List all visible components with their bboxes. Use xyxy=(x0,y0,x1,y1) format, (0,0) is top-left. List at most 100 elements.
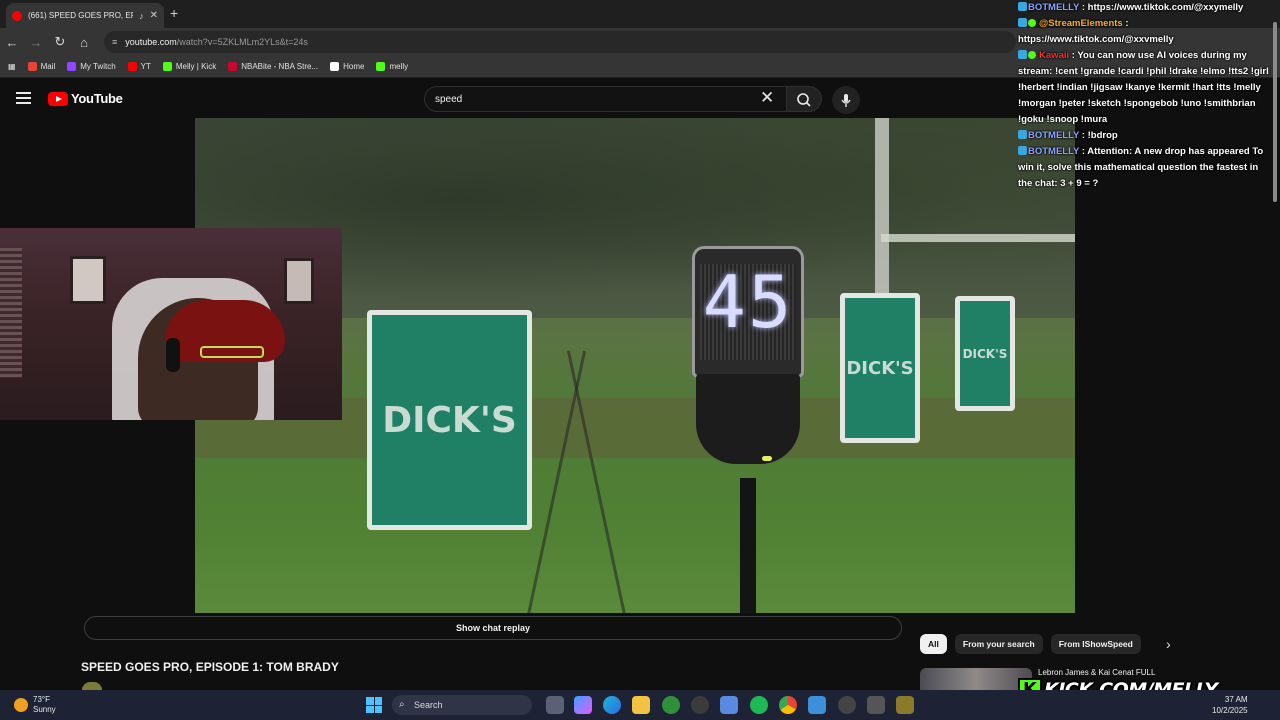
related-video-thumbnail[interactable] xyxy=(920,668,1032,690)
video-title: SPEED GOES PRO, EPISODE 1: TOM BRADY xyxy=(81,660,339,674)
chip-from-ishowspeed[interactable]: From IShowSpeed xyxy=(1050,634,1141,654)
site-info-icon[interactable]: ≡ xyxy=(112,37,117,47)
webcam-window-blinds xyxy=(0,248,22,378)
screen: (661) SPEED GOES PRO, EP ♪ ✕ + ← → ↻ ⌂ ≡… xyxy=(0,0,1280,720)
chat-text: : https://www.tiktok.com/@xxymelly xyxy=(1081,2,1244,13)
search-icon xyxy=(797,93,811,107)
page-scrollbar[interactable] xyxy=(1272,22,1278,218)
bookmark-mail[interactable]: Mail xyxy=(27,62,56,71)
start-button[interactable] xyxy=(366,697,382,713)
webcam-headphones xyxy=(166,338,180,372)
gmail-icon xyxy=(27,62,37,71)
bot-badge-icon xyxy=(1018,18,1027,27)
bot-badge-icon xyxy=(1018,146,1027,155)
chat-username: @StreamElements xyxy=(1039,18,1123,29)
new-tab-icon[interactable]: + xyxy=(170,5,178,21)
weather-temp: 73°F xyxy=(33,695,50,704)
bookmark-label: Home xyxy=(343,62,365,71)
chat-message: Kawaii : You can now use AI voices durin… xyxy=(1014,48,1272,128)
search-input[interactable]: speed xyxy=(424,86,788,112)
chrome-icon[interactable] xyxy=(779,696,797,714)
youtube-wordmark: YouTube xyxy=(71,91,123,106)
copilot-icon[interactable] xyxy=(574,696,592,714)
voice-search-button[interactable] xyxy=(832,86,860,114)
taskbar-search[interactable]: ⌕ Search xyxy=(392,695,532,715)
bookmark-melly[interactable]: melly xyxy=(376,62,408,71)
bookmark-home[interactable]: Home xyxy=(330,62,364,71)
nba-icon xyxy=(228,62,238,71)
address-bar[interactable]: ≡ youtube.com /watch?v=5ZKLMLm2YLs&t=24s xyxy=(104,31,1016,53)
xbox-icon[interactable] xyxy=(662,696,680,714)
media-player-icon[interactable] xyxy=(838,696,856,714)
menu-icon[interactable] xyxy=(16,92,31,104)
video-goalpost-crossbar xyxy=(881,234,1075,242)
reload-icon[interactable]: ↻ xyxy=(48,34,72,50)
bookmark-label: Mail xyxy=(40,62,56,71)
edge-icon[interactable] xyxy=(603,696,621,714)
verified-badge-icon xyxy=(1028,19,1036,27)
browser-tab[interactable]: (661) SPEED GOES PRO, EP ♪ ✕ xyxy=(6,3,164,28)
webcam-wall-frame xyxy=(284,258,314,304)
task-view-icon[interactable] xyxy=(546,696,564,714)
tab-title: (661) SPEED GOES PRO, EP xyxy=(28,11,134,20)
bookmark-label: NBABite - NBA Stre... xyxy=(241,62,319,71)
sign-letters: DICK'S xyxy=(846,357,914,379)
close-tab-icon[interactable]: ✕ xyxy=(150,10,158,21)
video-sign-mid: DICK'S xyxy=(840,293,920,443)
spotify-icon[interactable] xyxy=(750,696,768,714)
obs-icon[interactable] xyxy=(691,696,709,714)
bookmark-label: Melly | Kick xyxy=(175,62,217,71)
forward-icon[interactable]: → xyxy=(24,35,48,50)
bookmark-my-twitch[interactable]: My Twitch xyxy=(67,62,116,71)
app-icon[interactable] xyxy=(867,696,885,714)
app-icon[interactable] xyxy=(896,696,914,714)
search-button[interactable] xyxy=(786,86,822,112)
taskbar-clock[interactable]: 37 AM 10/2/2025 xyxy=(1212,694,1248,716)
chip-from-your-search[interactable]: From your search xyxy=(954,634,1043,654)
clear-search-icon[interactable]: ✕ xyxy=(760,88,774,108)
chat-message: BOTMELLY : !bdrop xyxy=(1014,128,1272,144)
bookmark-melly-kick[interactable]: Melly | Kick xyxy=(162,62,217,71)
streamer-webcam xyxy=(0,228,342,420)
kick-icon xyxy=(162,62,172,71)
sun-icon xyxy=(14,698,28,712)
youtube-logo[interactable]: YouTube xyxy=(48,91,123,106)
bookmark-yt[interactable]: YT xyxy=(127,62,151,71)
chip-all[interactable]: All xyxy=(920,634,947,654)
video-device-stand xyxy=(740,478,756,613)
microphone-icon xyxy=(841,94,851,107)
chat-username: Kawaii xyxy=(1039,50,1070,61)
back-icon[interactable]: ← xyxy=(0,35,24,50)
bot-badge-icon xyxy=(1018,50,1027,59)
home-icon[interactable]: ⌂ xyxy=(72,35,96,50)
video-led-device: 45 xyxy=(692,246,804,496)
store-icon[interactable] xyxy=(720,696,738,714)
photos-icon[interactable] xyxy=(808,696,826,714)
recommendation-chips: All From your search From IShowSpeed xyxy=(920,634,1141,654)
show-chat-replay-button[interactable]: Show chat replay xyxy=(84,616,902,640)
device-display-number: 45 xyxy=(702,260,794,344)
bot-badge-icon xyxy=(1018,130,1027,139)
clock-date: 10/2/2025 xyxy=(1212,706,1248,715)
twitch-icon xyxy=(67,62,77,71)
channel-avatar[interactable] xyxy=(82,682,102,690)
device-head: 45 xyxy=(692,246,804,378)
chat-username: BOTMELLY xyxy=(1028,2,1080,13)
bot-badge-icon xyxy=(1018,2,1027,11)
clock-time: 37 AM xyxy=(1224,695,1248,704)
url-host: youtube.com xyxy=(125,37,177,47)
weather-widget[interactable]: 73°F Sunny xyxy=(14,694,104,716)
speaker-icon[interactable]: ♪ xyxy=(139,11,144,21)
sign-letters: DICK'S xyxy=(962,346,1008,361)
webcam-wall-frame xyxy=(70,256,106,304)
chevron-right-icon[interactable]: › xyxy=(1166,636,1171,652)
file-explorer-icon[interactable] xyxy=(632,696,650,714)
chat-message: BOTMELLY : Attention: A new drop has app… xyxy=(1014,144,1272,192)
device-body xyxy=(696,374,800,464)
bookmark-nbabite[interactable]: NBABite - NBA Stre... xyxy=(228,62,318,71)
youtube-play-icon xyxy=(48,91,68,106)
verified-badge-icon xyxy=(1028,51,1036,59)
scrollbar-thumb[interactable] xyxy=(1273,22,1277,202)
youtube-icon xyxy=(127,62,137,71)
apps-icon[interactable]: ▦ xyxy=(8,62,16,71)
